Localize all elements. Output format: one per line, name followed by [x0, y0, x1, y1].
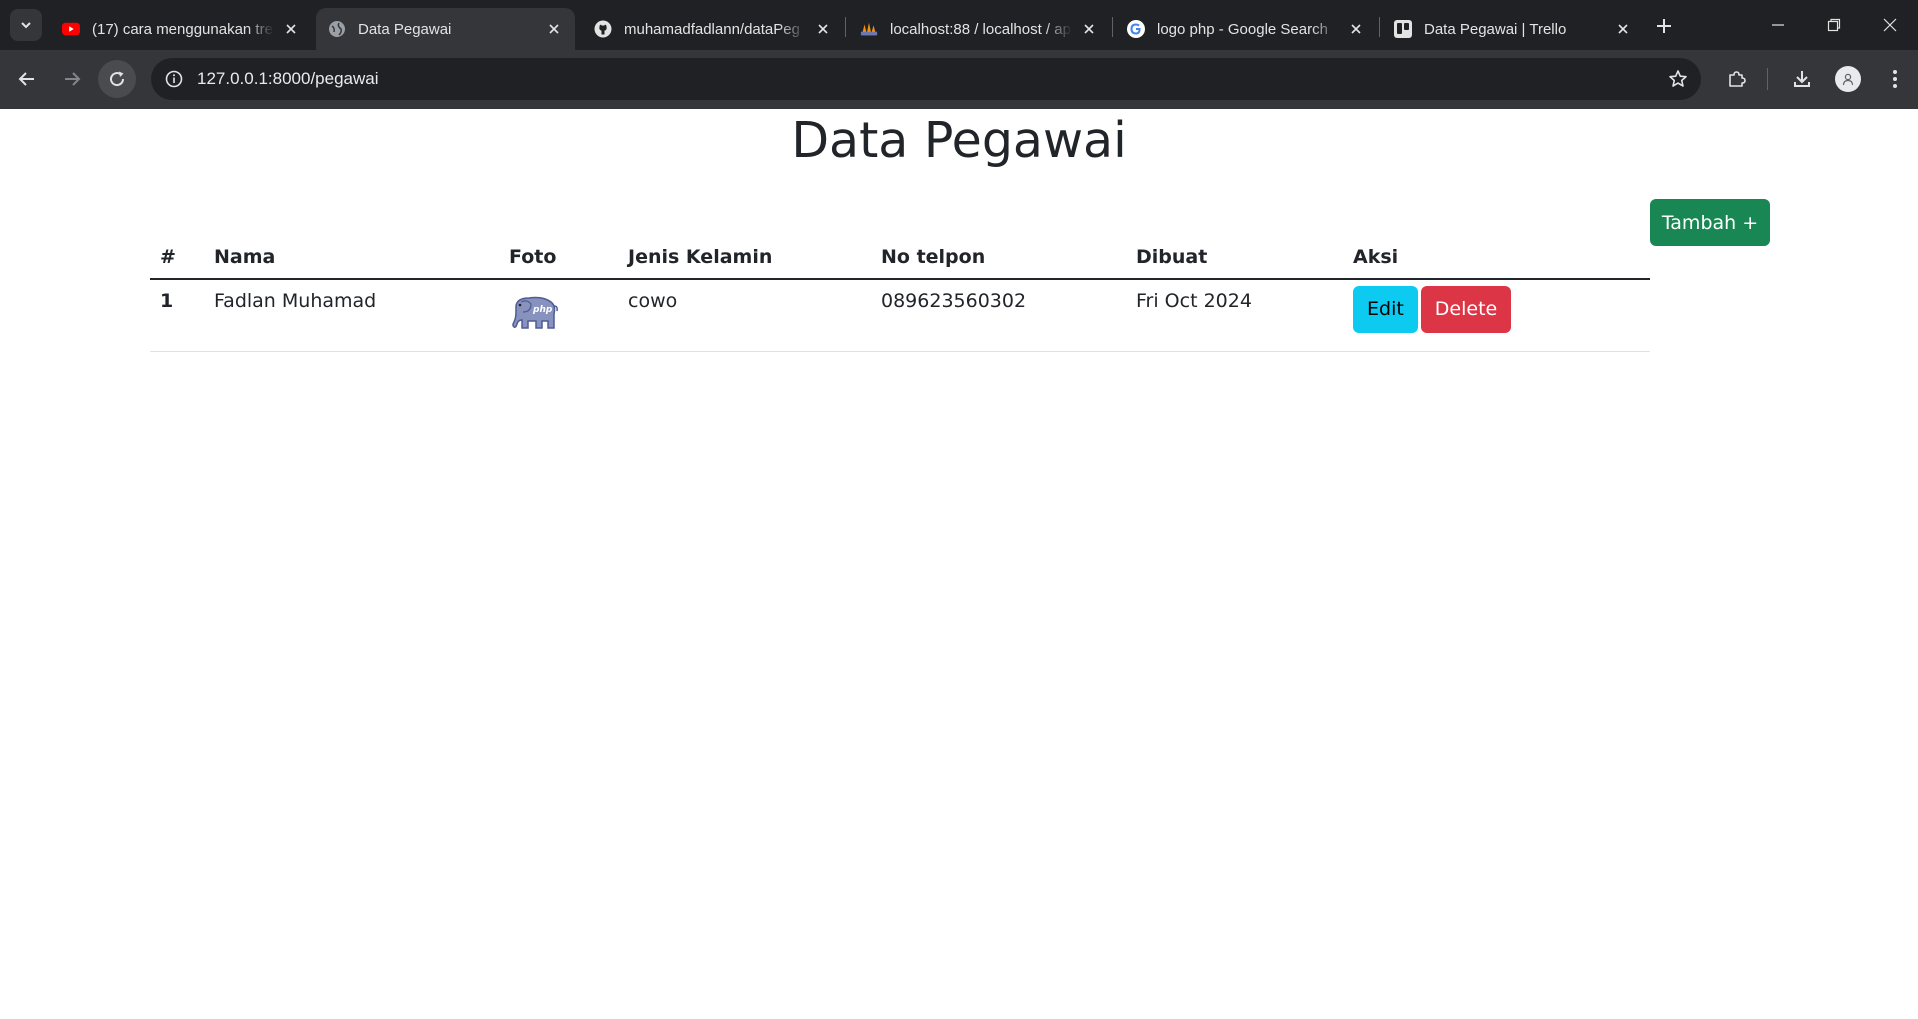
- profile-avatar[interactable]: [1835, 66, 1861, 92]
- table-row: 1 Fadlan Muhamad php cowo 089623560302 F…: [150, 279, 1650, 352]
- reload-icon: [110, 71, 125, 87]
- close-icon[interactable]: [545, 20, 563, 38]
- reload-button[interactable]: [98, 60, 136, 98]
- tab-trello[interactable]: Data Pegawai | Trello: [1382, 8, 1644, 50]
- header-dibuat: Dibuat: [1126, 235, 1343, 280]
- forward-button[interactable]: [53, 60, 91, 98]
- add-employee-button[interactable]: Tambah +: [1650, 199, 1770, 246]
- youtube-icon: [62, 20, 80, 38]
- header-number: #: [150, 235, 204, 280]
- address-bar[interactable]: 127.0.0.1:8000/pegawai: [151, 58, 1701, 100]
- downloads-button[interactable]: [1787, 64, 1817, 94]
- table-header-row: # Nama Foto Jenis Kelamin No telpon Dibu…: [150, 235, 1650, 280]
- tab-title: Data Pegawai | Trello: [1424, 20, 1567, 38]
- header-aksi: Aksi: [1343, 235, 1650, 280]
- header-foto: Foto: [499, 235, 618, 280]
- employee-created: Fri Oct 2024: [1126, 279, 1343, 352]
- new-tab-button[interactable]: [1650, 12, 1678, 40]
- header-jenis-kelamin: Jenis Kelamin: [618, 235, 871, 280]
- close-icon[interactable]: [282, 20, 300, 38]
- tab-strip: (17) cara menggunakan tre Data Pegawai m…: [0, 0, 1918, 50]
- google-icon: [1127, 20, 1145, 38]
- url-text[interactable]: 127.0.0.1:8000/pegawai: [197, 58, 379, 100]
- page-title: Data Pegawai: [791, 112, 1127, 169]
- tab-phpmyadmin[interactable]: localhost:88 / localhost / ap: [848, 8, 1110, 50]
- menu-button[interactable]: [1880, 64, 1910, 94]
- employee-gender: cowo: [618, 279, 871, 352]
- tab-divider: [845, 17, 846, 37]
- tab-divider: [1112, 17, 1113, 37]
- close-icon[interactable]: [1347, 20, 1365, 38]
- chevron-down-icon: [21, 22, 31, 29]
- minimize-button[interactable]: [1763, 10, 1793, 40]
- globe-icon: [328, 20, 346, 38]
- arrow-right-icon: [65, 72, 81, 86]
- close-icon[interactable]: [814, 20, 832, 38]
- tab-search-button[interactable]: [10, 9, 42, 41]
- tab-data-pegawai[interactable]: Data Pegawai: [316, 8, 575, 50]
- header-nama: Nama: [204, 235, 499, 280]
- back-button[interactable]: [8, 60, 46, 98]
- tab-youtube[interactable]: (17) cara menggunakan tre: [50, 8, 312, 50]
- toolbar-divider: [1767, 68, 1768, 90]
- tab-google-search[interactable]: logo php - Google Search: [1115, 8, 1377, 50]
- close-icon[interactable]: [1080, 20, 1098, 38]
- bookmark-star-icon[interactable]: [1667, 68, 1689, 90]
- site-info-icon[interactable]: [163, 68, 185, 90]
- svg-text:php: php: [532, 305, 553, 315]
- tab-title: muhamadfadlann/dataPeg: [624, 20, 800, 38]
- download-icon: [1794, 71, 1810, 87]
- employee-photo-cell: php: [499, 279, 618, 352]
- employee-name: Fadlan Muhamad: [204, 279, 499, 352]
- person-icon: [1842, 73, 1854, 86]
- github-icon: [594, 20, 612, 38]
- tab-title: Data Pegawai: [358, 20, 452, 38]
- employee-phone: 089623560302: [871, 279, 1126, 352]
- restore-button[interactable]: [1819, 10, 1849, 40]
- row-number: 1: [150, 279, 204, 352]
- phpmyadmin-icon: [860, 20, 878, 38]
- header-no-telpon: No telpon: [871, 235, 1126, 280]
- tab-divider: [1379, 17, 1380, 37]
- more-vert-icon: [1893, 70, 1897, 88]
- plus-icon: [1657, 19, 1671, 33]
- close-icon: [1883, 18, 1897, 32]
- restore-icon: [1827, 18, 1841, 32]
- tab-title: logo php - Google Search: [1157, 20, 1328, 38]
- delete-button[interactable]: Delete: [1420, 286, 1512, 333]
- arrow-left-icon: [18, 72, 34, 86]
- php-elephant-icon: php: [512, 296, 558, 329]
- puzzle-icon: [1729, 71, 1746, 87]
- employee-table: # Nama Foto Jenis Kelamin No telpon Dibu…: [150, 235, 1650, 352]
- actions-cell: Edit Delete: [1343, 279, 1650, 352]
- browser-toolbar: 127.0.0.1:8000/pegawai: [0, 50, 1918, 109]
- trello-icon: [1394, 20, 1412, 38]
- tab-github[interactable]: muhamadfadlann/dataPeg: [582, 8, 844, 50]
- tab-title: (17) cara menggunakan tre: [92, 20, 273, 38]
- close-icon[interactable]: [1614, 20, 1632, 38]
- minimize-icon: [1772, 24, 1784, 26]
- edit-button[interactable]: Edit: [1353, 286, 1418, 333]
- tab-title: localhost:88 / localhost / ap: [890, 20, 1071, 38]
- window-close-button[interactable]: [1875, 10, 1905, 40]
- extensions-button[interactable]: [1722, 64, 1752, 94]
